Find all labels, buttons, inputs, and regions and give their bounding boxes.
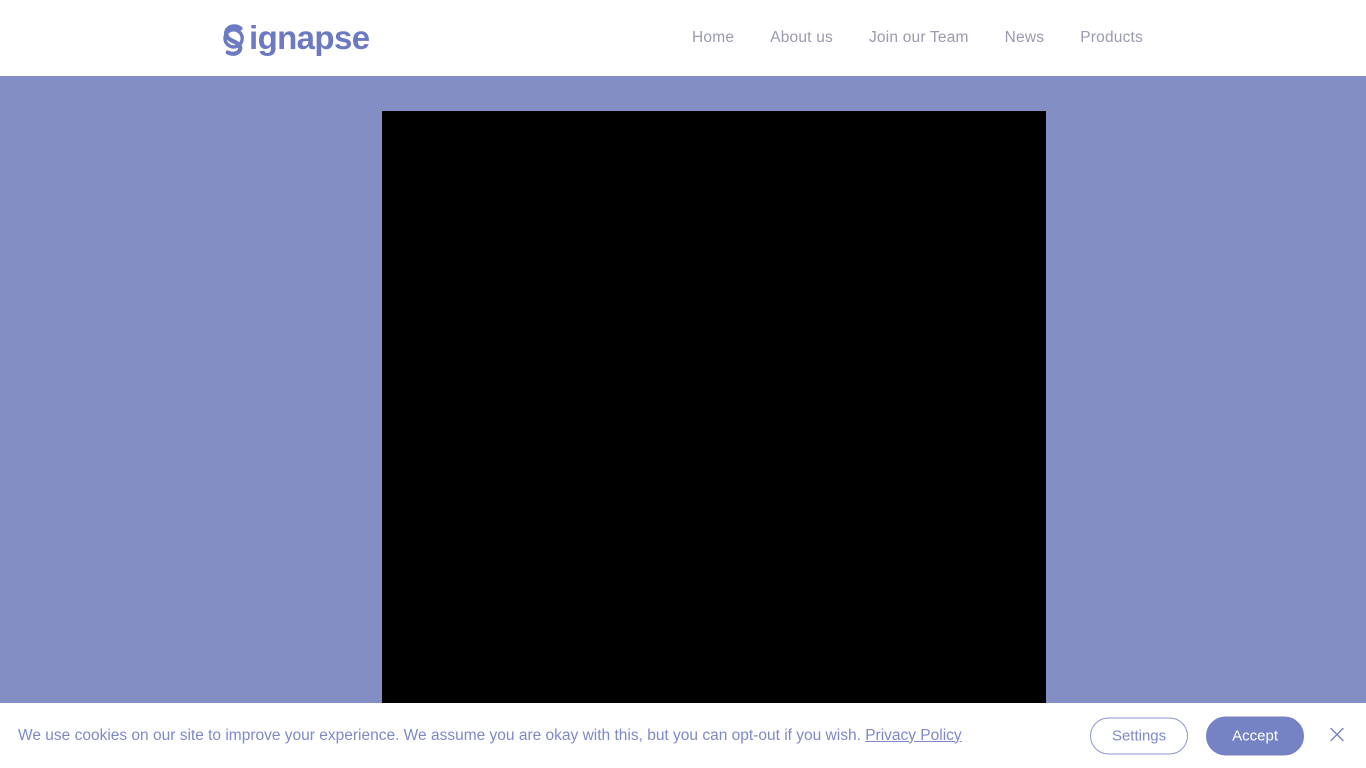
brand-logo-link[interactable]: ignapse Signapse [220, 14, 382, 62]
cookie-consent-banner: We use cookies on our site to improve yo… [0, 703, 1366, 768]
nav-item-about-us[interactable]: About us [752, 0, 851, 76]
cookie-message-text: We use cookies on our site to improve yo… [18, 726, 861, 744]
cookie-message: We use cookies on our site to improve yo… [18, 726, 962, 746]
nav-item-products[interactable]: Products [1062, 0, 1161, 76]
nav-item-home[interactable]: Home [674, 0, 752, 76]
cookie-close-button[interactable] [1324, 721, 1350, 750]
site-header: ignapse Signapse Home About us Join our … [0, 0, 1366, 76]
cookie-settings-button[interactable]: Settings [1089, 717, 1189, 754]
svg-text:ignapse: ignapse [249, 19, 370, 56]
nav-item-join-our-team[interactable]: Join our Team [851, 0, 987, 76]
privacy-policy-link[interactable]: Privacy Policy [865, 727, 961, 744]
hero-video-player[interactable] [382, 111, 1046, 703]
signapse-infinity-s-logo: ignapse [220, 16, 382, 60]
nav-item-news[interactable]: News [987, 0, 1063, 76]
cookie-actions: Settings Accept [1089, 716, 1350, 755]
main-navigation: Home About us Join our Team News Product… [674, 0, 1161, 76]
video-surface[interactable] [382, 111, 1046, 703]
hero-section [0, 76, 1366, 768]
close-icon [1328, 725, 1346, 746]
cookie-accept-button[interactable]: Accept [1206, 716, 1304, 755]
